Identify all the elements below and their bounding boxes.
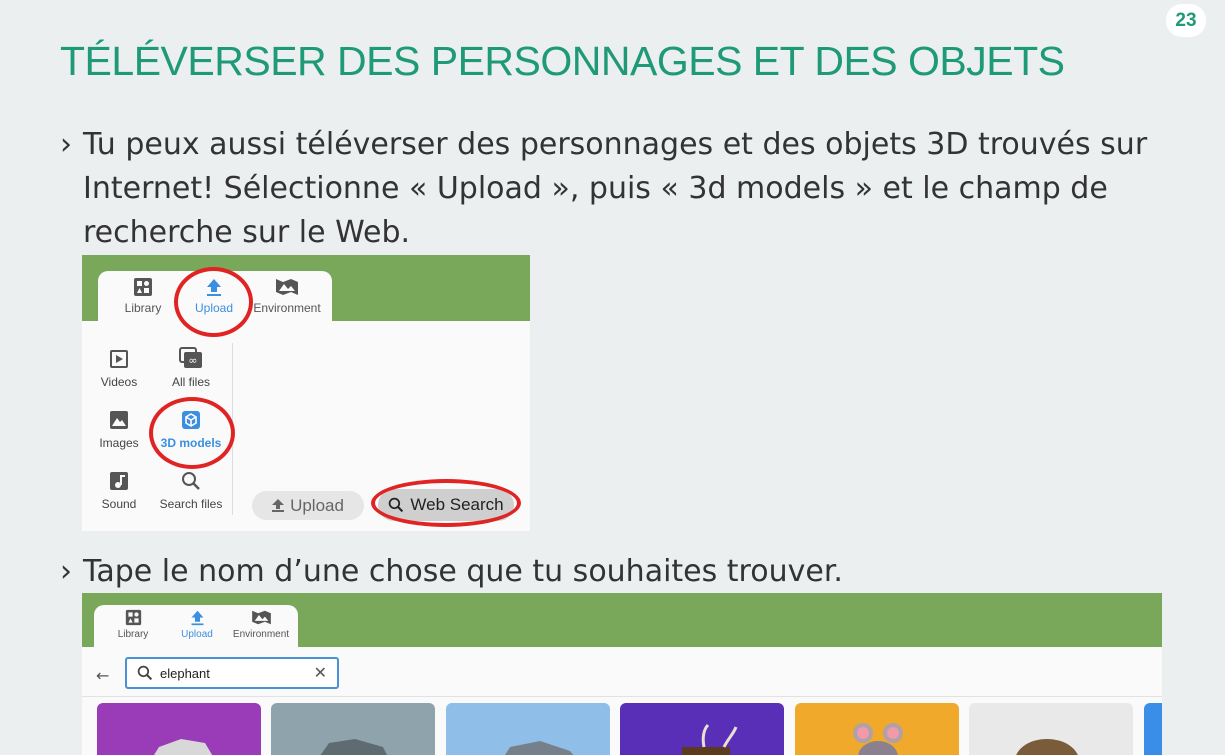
elephant-model-thumbnail xyxy=(320,739,387,755)
tab-environment[interactable]: Environment xyxy=(228,609,294,640)
tab-bar: Library Upload Environment xyxy=(94,605,298,653)
elephant-model-thumbnail xyxy=(1016,739,1078,755)
tab-label: Library xyxy=(124,301,162,315)
category-label: Search files xyxy=(159,497,223,511)
highlight-circle-3d-models xyxy=(149,397,235,469)
tab-library[interactable]: Library xyxy=(108,277,178,315)
page-number-badge: 23 xyxy=(1166,4,1206,37)
category-label: All files xyxy=(171,375,210,389)
tab-environment[interactable]: Environment xyxy=(252,277,322,315)
tab-label: Library xyxy=(117,629,149,640)
result-card[interactable] xyxy=(97,703,261,755)
category-search-files[interactable]: Search files xyxy=(156,471,226,511)
category-images[interactable]: Images xyxy=(84,410,154,450)
library-icon xyxy=(134,278,152,296)
divider xyxy=(82,696,1162,697)
library-icon xyxy=(125,609,141,626)
slide-title: TÉLÉVERSER DES PERSONNAGES ET DES OBJETS xyxy=(60,38,1065,84)
video-icon xyxy=(110,350,128,368)
mouse-model-thumbnail xyxy=(853,723,903,755)
music-note-icon xyxy=(110,472,128,490)
clear-icon[interactable]: ✕ xyxy=(314,663,327,682)
back-arrow-icon[interactable]: ← xyxy=(96,666,109,685)
highlight-circle-web-search xyxy=(371,479,521,527)
environment-icon xyxy=(251,610,271,625)
tab-label: Environment xyxy=(253,301,321,315)
elephant-model-thumbnail xyxy=(682,723,738,755)
bullet-marker: › xyxy=(60,554,72,589)
all-files-icon: ∞ xyxy=(179,347,202,368)
svg-text:∞: ∞ xyxy=(188,354,197,367)
category-all-files[interactable]: ∞ All files xyxy=(156,347,226,389)
category-label: Sound xyxy=(101,497,137,511)
result-card[interactable] xyxy=(795,703,959,755)
search-input[interactable]: elephant ✕ xyxy=(125,657,339,689)
category-label: Images xyxy=(99,436,139,450)
search-value: elephant xyxy=(160,666,210,681)
category-videos[interactable]: Videos xyxy=(84,349,154,389)
category-label: Videos xyxy=(100,375,138,389)
search-icon xyxy=(137,665,153,681)
tab-label: Environment xyxy=(232,629,290,640)
highlight-circle-upload xyxy=(174,267,253,337)
environment-icon xyxy=(276,279,298,295)
search-icon xyxy=(182,472,200,490)
bullet-text: Tu peux aussi téléverser des personnages… xyxy=(83,127,1148,250)
elephant-model-thumbnail xyxy=(505,741,574,755)
bullet-marker: › xyxy=(60,127,72,162)
upload-icon xyxy=(272,499,285,512)
bullet-type-name: › Tape le nom d’une chose que tu souhait… xyxy=(60,550,1180,594)
bullet-upload-instructions: › Tu peux aussi téléverser des personnag… xyxy=(60,123,1180,255)
image-icon xyxy=(110,411,128,429)
tab-upload[interactable]: Upload xyxy=(164,609,230,640)
result-card[interactable] xyxy=(271,703,435,755)
elephant-model-thumbnail xyxy=(154,739,213,755)
web-search-screenshot: Library Upload Environment ← elephant ✕ xyxy=(82,593,1162,755)
upload-icon xyxy=(191,610,203,626)
tab-library[interactable]: Library xyxy=(100,609,166,640)
result-card[interactable] xyxy=(969,703,1133,755)
result-card[interactable] xyxy=(446,703,610,755)
bullet-text: Tape le nom d’une chose que tu souhaites… xyxy=(83,554,843,589)
upload-button[interactable]: Upload xyxy=(252,491,364,520)
upload-panel-screenshot: Library Upload Environment Videos ∞ All … xyxy=(82,255,530,531)
tab-label: Upload xyxy=(181,629,213,640)
result-card[interactable] xyxy=(620,703,784,755)
upload-button-label: Upload xyxy=(290,495,344,515)
result-card[interactable] xyxy=(1144,703,1162,755)
category-sound[interactable]: Sound xyxy=(84,471,154,511)
